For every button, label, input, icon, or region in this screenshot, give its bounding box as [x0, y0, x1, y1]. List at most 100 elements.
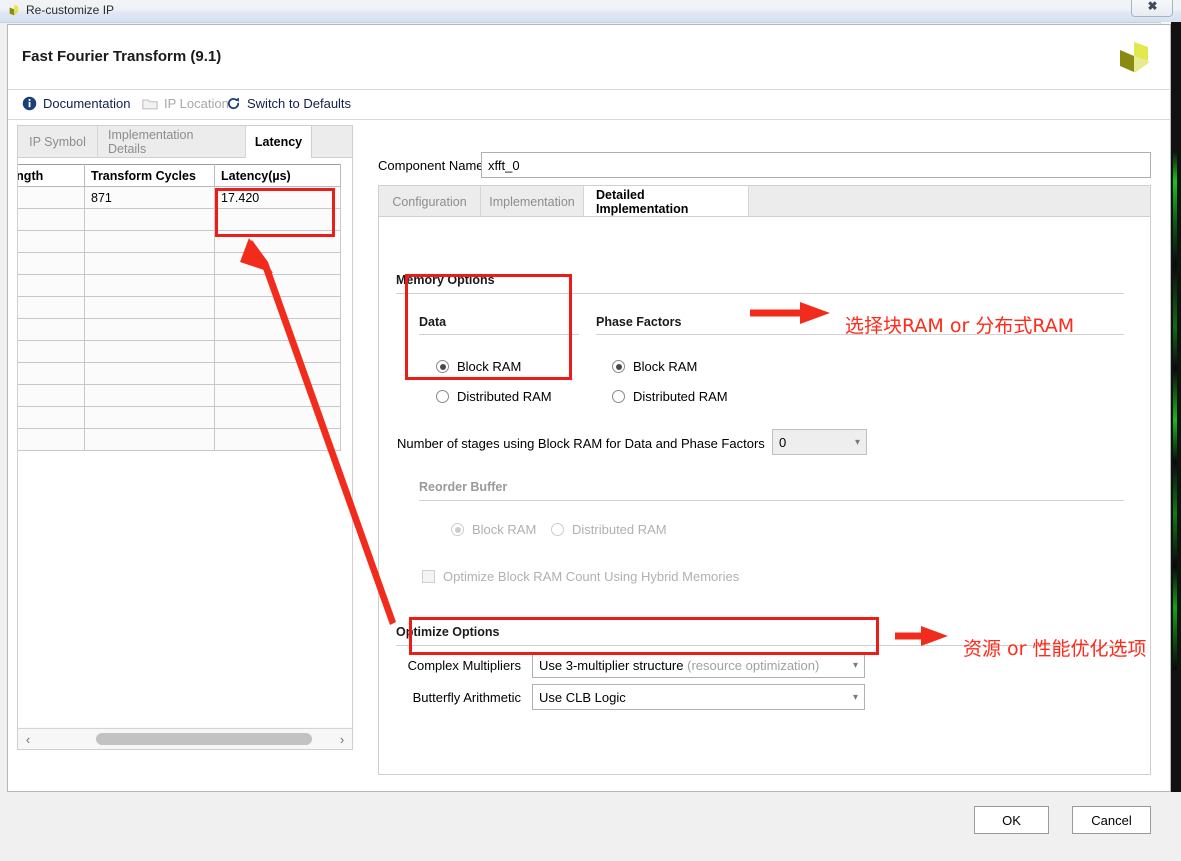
dialog-toolbar: Documentation IP Location Switch to Defa… [8, 90, 1170, 120]
table-cell[interactable] [18, 318, 85, 341]
phase-factors-block-ram-radio[interactable]: Block RAM [612, 359, 697, 374]
table-row[interactable] [18, 296, 341, 319]
table-cell[interactable] [84, 340, 215, 363]
table-cell[interactable] [214, 274, 341, 297]
table-cell[interactable] [18, 340, 85, 363]
table-row[interactable] [18, 428, 341, 451]
table-header-row: m Length Transform Cycles Latency(µs) [18, 164, 341, 187]
reorder-buffer-divider [419, 500, 1124, 501]
tab-implementation[interactable]: Implementation [481, 186, 584, 217]
reorder-buffer-distributed-ram-radio[interactable]: Distributed RAM [551, 522, 667, 537]
optimize-hybrid-memories-label: Optimize Block RAM Count Using Hybrid Me… [443, 569, 740, 584]
butterfly-arithmetic-label: Butterfly Arithmetic [412, 690, 521, 705]
horizontal-scrollbar[interactable]: ‹ › [18, 728, 352, 749]
ok-button[interactable]: OK [974, 806, 1049, 834]
os-window-title: Re-customize IP [26, 3, 115, 17]
complex-multipliers-value: Use 3-multiplier structure [539, 657, 684, 673]
cancel-button[interactable]: Cancel [1072, 806, 1151, 834]
table-cell[interactable] [214, 252, 341, 275]
table-row[interactable] [18, 406, 341, 429]
dialog-header: Fast Fourier Transform (9.1) [8, 25, 1170, 90]
tab-configuration-label: Configuration [392, 194, 467, 209]
tab-detailed-implementation[interactable]: Detailed Implementation [584, 186, 749, 217]
table-cell[interactable] [84, 230, 215, 253]
xilinx-logo-icon [1120, 42, 1150, 72]
table-cell[interactable] [84, 274, 215, 297]
tab-configuration[interactable]: Configuration [379, 186, 481, 217]
table-cell[interactable] [84, 296, 215, 319]
table-cell[interactable] [84, 406, 215, 429]
phase-factors-group-title: Phase Factors [596, 315, 682, 329]
stages-dropdown[interactable]: 0 ▾ [772, 429, 867, 455]
tab-ip-symbol[interactable]: IP Symbol [18, 126, 98, 158]
tab-latency[interactable]: Latency [246, 126, 312, 158]
table-cell[interactable] [18, 296, 85, 319]
table-cell[interactable] [18, 252, 85, 275]
table-cell[interactable] [18, 274, 85, 297]
tab-latency-label: Latency [254, 135, 303, 149]
table-row[interactable] [18, 340, 341, 363]
switch-to-defaults-button[interactable]: Switch to Defaults [226, 96, 351, 111]
tab-implementation-details[interactable]: Implementation Details [98, 126, 246, 158]
table-cell[interactable] [84, 208, 215, 231]
scrollbar-thumb[interactable] [96, 733, 312, 745]
component-name-input[interactable]: xfft_0 [481, 152, 1151, 178]
col-transform-cycles[interactable]: Transform Cycles [84, 164, 215, 187]
radio-unselected-disabled-icon [551, 523, 564, 536]
ip-location-button[interactable]: IP Location [142, 96, 229, 111]
chevron-down-icon: ▾ [852, 691, 858, 703]
complex-multipliers-value-suffix: (resource optimization) [687, 657, 820, 673]
col-latency-us[interactable]: Latency(µs) [214, 164, 341, 187]
col-transform-length[interactable]: m Length [18, 164, 85, 187]
complex-multipliers-dropdown[interactable]: Use 3-multiplier structure (resource opt… [532, 652, 865, 678]
table-row[interactable] [18, 384, 341, 407]
table-cell[interactable] [214, 384, 341, 407]
table-cell[interactable] [18, 208, 85, 231]
table-cell[interactable] [18, 384, 85, 407]
scroll-right-arrow-icon[interactable]: › [333, 729, 351, 749]
table-cell[interactable] [84, 362, 215, 385]
butterfly-arithmetic-dropdown[interactable]: Use CLB Logic ▾ [532, 684, 865, 710]
reorder-buffer-block-ram-radio[interactable]: Block RAM [451, 522, 536, 537]
table-cell[interactable] [18, 230, 85, 253]
table-cell[interactable]: 871 [84, 186, 215, 209]
close-button[interactable]: ✖ [1131, 0, 1173, 17]
stages-label: Number of stages using Block RAM for Dat… [397, 436, 765, 451]
table-cell[interactable] [214, 428, 341, 451]
table-cell[interactable] [84, 384, 215, 407]
table-cell[interactable] [214, 362, 341, 385]
scroll-left-arrow-icon[interactable]: ‹ [19, 729, 37, 749]
table-cell[interactable] [18, 406, 85, 429]
table-row[interactable] [18, 318, 341, 341]
table-cell[interactable] [84, 428, 215, 451]
switch-to-defaults-label: Switch to Defaults [247, 96, 352, 111]
phase-factors-distributed-ram-radio[interactable]: Distributed RAM [612, 389, 728, 404]
table-row[interactable] [18, 274, 341, 297]
annotation-optimize-note: 资源 or 性能优化选项 [963, 638, 1147, 660]
table-cell[interactable] [214, 406, 341, 429]
folder-icon [142, 98, 158, 109]
table-cell[interactable] [214, 340, 341, 363]
data-distributed-ram-label: Distributed RAM [457, 389, 552, 404]
table-cell[interactable] [18, 186, 85, 209]
table-cell[interactable] [84, 318, 215, 341]
table-cell[interactable] [18, 362, 85, 385]
documentation-label: Documentation [43, 96, 131, 111]
table-row[interactable] [18, 252, 341, 275]
table-row[interactable] [18, 362, 341, 385]
checkbox-unchecked-icon [422, 570, 435, 583]
documentation-button[interactable]: Documentation [22, 96, 130, 111]
info-icon [22, 96, 37, 111]
table-cell[interactable] [214, 318, 341, 341]
refresh-icon [227, 97, 240, 110]
tab-implementation-label: Implementation [489, 194, 575, 209]
os-title-bar: Re-customize IP ✖ [0, 0, 1181, 23]
radio-unselected-icon [436, 390, 449, 403]
table-cell[interactable] [84, 252, 215, 275]
tab-ip-symbol-label: IP Symbol [29, 135, 86, 149]
optimize-hybrid-memories-checkbox[interactable]: Optimize Block RAM Count Using Hybrid Me… [422, 569, 739, 584]
radio-unselected-icon [612, 390, 625, 403]
table-cell[interactable] [214, 296, 341, 319]
data-distributed-ram-radio[interactable]: Distributed RAM [436, 389, 552, 404]
table-cell[interactable] [18, 428, 85, 451]
